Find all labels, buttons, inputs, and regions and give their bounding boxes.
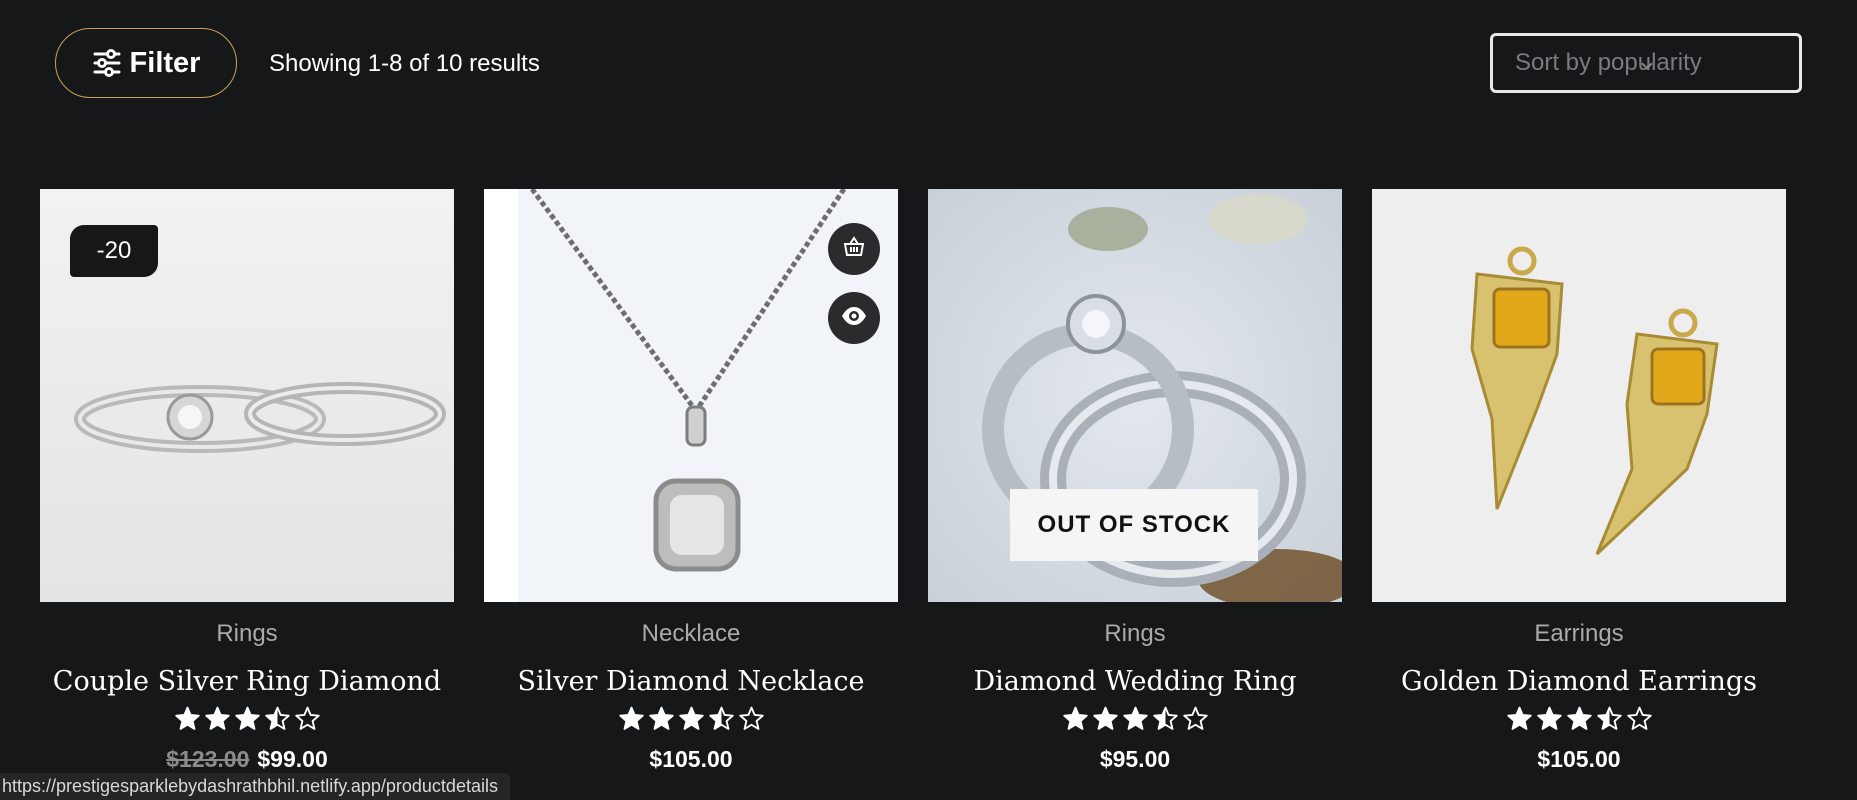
results-count: Showing 1-8 of 10 results <box>269 50 540 77</box>
product-title[interactable]: Golden Diamond Earrings <box>1372 666 1786 702</box>
earrings-photo <box>1372 189 1786 602</box>
product-category: Necklace <box>641 620 741 647</box>
sort-select-value: Sort by popularity <box>1515 49 1702 76</box>
product-image[interactable]: -20 <box>40 189 454 602</box>
star-full-icon <box>678 706 704 730</box>
star-rating <box>1372 706 1786 736</box>
product-price: $123.00 $99.00 <box>40 746 454 773</box>
star-full-icon <box>204 706 230 730</box>
star-empty-icon <box>294 706 320 730</box>
product-image[interactable] <box>1372 189 1786 602</box>
star-full-icon <box>1062 706 1088 730</box>
product-category: Earrings <box>1534 620 1624 647</box>
star-rating <box>484 706 898 736</box>
eye-icon <box>841 306 867 331</box>
star-full-icon <box>174 706 200 730</box>
shop-toolbar: Filter Showing 1-8 of 10 results Sort by… <box>55 28 1802 100</box>
original-price: $123.00 <box>166 746 250 772</box>
star-half-icon <box>1152 706 1178 730</box>
star-full-icon <box>234 706 260 730</box>
star-empty-icon <box>1626 706 1652 730</box>
star-empty-icon <box>738 706 764 730</box>
product-price: $95.00 <box>1099 746 1171 772</box>
product-title[interactable]: Silver Diamond Necklace <box>484 666 898 702</box>
product-category: Rings <box>216 620 278 647</box>
star-full-icon <box>1566 706 1592 730</box>
discount-badge: -20 <box>70 225 158 277</box>
product-title[interactable]: Couple Silver Ring Diamond <box>40 666 454 702</box>
link-status-bar: https://prestigesparklebydashrathbhil.ne… <box>0 773 510 800</box>
star-rating <box>928 706 1342 736</box>
sliders-icon <box>92 48 122 78</box>
product-card[interactable]: Earrings Golden Diamond Earrings $105.00 <box>1372 189 1786 773</box>
product-card[interactable]: -20 Rings Couple Silver Ring Diamond $12… <box>40 189 454 773</box>
star-full-icon <box>618 706 644 730</box>
filter-label: Filter <box>129 46 201 79</box>
star-half-icon <box>708 706 734 730</box>
product-price: $105.00 <box>1537 746 1621 772</box>
star-full-icon <box>1122 706 1148 730</box>
product-image[interactable]: OUT OF STOCK <box>928 189 1342 602</box>
product-category: Rings <box>1104 620 1166 647</box>
quick-view-button[interactable] <box>828 292 880 344</box>
star-half-icon <box>264 706 290 730</box>
product-title[interactable]: Diamond Wedding Ring <box>928 666 1342 702</box>
star-empty-icon <box>1182 706 1208 730</box>
sort-select[interactable]: Sort by popularity <box>1490 33 1802 93</box>
product-card[interactable]: OUT OF STOCK Rings Diamond Wedding Ring … <box>928 189 1342 773</box>
star-full-icon <box>1536 706 1562 730</box>
star-rating <box>40 706 454 736</box>
product-price: $105.00 <box>649 746 733 772</box>
product-card[interactable]: Necklace Silver Diamond Necklace $105.00 <box>484 189 898 773</box>
sale-price: $99.00 <box>257 746 328 772</box>
product-grid: -20 Rings Couple Silver Ring Diamond $12… <box>40 189 1786 773</box>
out-of-stock-label: OUT OF STOCK <box>1010 489 1258 561</box>
product-image[interactable] <box>484 189 898 602</box>
basket-icon <box>842 235 866 264</box>
shop-page: Filter Showing 1-8 of 10 results Sort by… <box>0 0 1857 800</box>
star-full-icon <box>648 706 674 730</box>
star-full-icon <box>1092 706 1118 730</box>
filter-button[interactable]: Filter <box>55 28 237 98</box>
add-to-cart-button[interactable] <box>828 223 880 275</box>
star-full-icon <box>1506 706 1532 730</box>
star-half-icon <box>1596 706 1622 730</box>
